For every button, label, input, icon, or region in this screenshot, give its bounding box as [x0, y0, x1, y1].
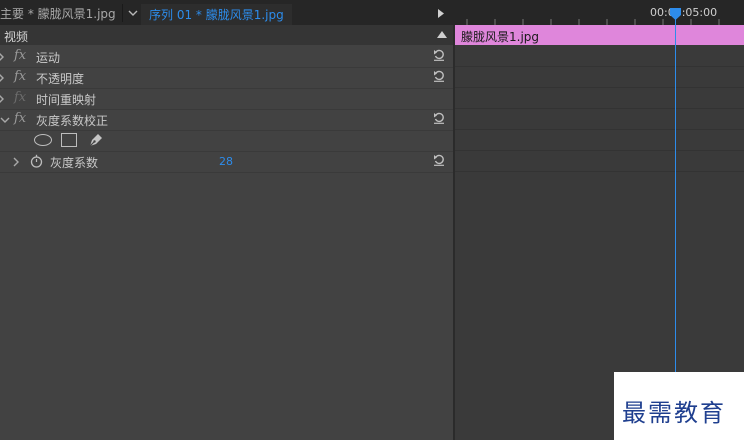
effect-row-time-remapping[interactable]: fx 时间重映射: [0, 88, 453, 110]
video-section-title: 视频: [4, 30, 29, 44]
pen-mask-icon[interactable]: [88, 131, 104, 148]
fx-toggle-icon: fx: [14, 90, 27, 105]
collapse-triangle-icon[interactable]: [437, 30, 447, 39]
clip-name: 朦胧风景1.jpg: [461, 30, 540, 44]
timeline-row-line: [455, 66, 744, 67]
fx-toggle-icon[interactable]: fx: [14, 111, 26, 126]
effect-label: 灰度系数校正: [36, 114, 109, 128]
timeline-row-line: [455, 129, 744, 130]
chevron-right-icon[interactable]: [0, 94, 5, 104]
ellipse-mask-icon[interactable]: [34, 134, 52, 146]
reset-icon[interactable]: [433, 112, 445, 124]
effect-label: 时间重映射: [36, 93, 97, 107]
timeline-row-line: [455, 87, 744, 88]
chevron-right-icon[interactable]: [0, 73, 5, 83]
timecode-label: 00:00:05:00: [650, 6, 718, 19]
watermark-text: 最需教育: [622, 399, 726, 427]
chevron-down-icon[interactable]: [128, 8, 138, 18]
effect-row-opacity[interactable]: fx 不透明度: [0, 67, 453, 89]
param-label: 灰度系数: [50, 156, 99, 170]
reset-icon[interactable]: [433, 49, 445, 61]
effect-row-gamma-correction[interactable]: fx 灰度系数校正: [0, 109, 453, 131]
effect-row-motion[interactable]: fx 运动: [0, 46, 453, 68]
param-value-gamma[interactable]: 28: [219, 155, 233, 168]
playhead-icon[interactable]: [670, 8, 681, 20]
play-triangle-icon[interactable]: [437, 9, 445, 18]
fx-toggle-icon[interactable]: fx: [14, 48, 26, 63]
reset-icon[interactable]: [433, 70, 445, 82]
timeline-row-line: [455, 150, 744, 151]
tab-divider: [122, 4, 123, 22]
fx-toggle-icon[interactable]: fx: [14, 69, 26, 84]
tab-master-clip[interactable]: 主要 * 朦胧风景1.jpg: [0, 0, 116, 25]
chevron-right-icon[interactable]: [0, 52, 5, 62]
video-section-header: [0, 25, 453, 45]
timeline-row-line: [455, 171, 744, 172]
chevron-down-icon[interactable]: [0, 115, 10, 125]
chevron-right-icon[interactable]: [12, 157, 20, 167]
rectangle-mask-icon[interactable]: [61, 133, 77, 147]
effect-label: 不透明度: [36, 72, 85, 86]
reset-icon[interactable]: [433, 154, 445, 166]
stopwatch-icon[interactable]: [30, 154, 43, 168]
tab-sequence[interactable]: 序列 01 * 朦胧风景1.jpg: [141, 4, 292, 25]
effect-label: 运动: [36, 51, 61, 65]
timeline-row-line: [455, 108, 744, 109]
